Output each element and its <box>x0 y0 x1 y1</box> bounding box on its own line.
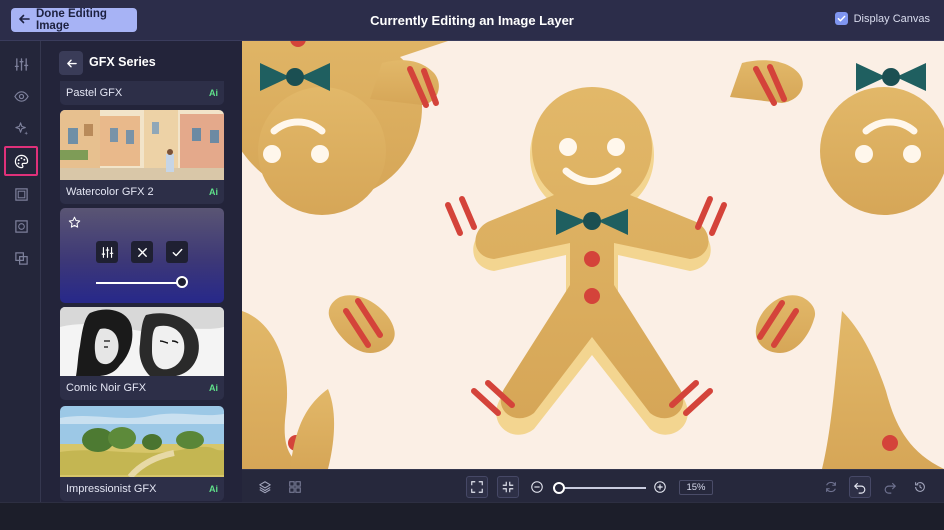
panel-back-button[interactable] <box>59 51 83 75</box>
plus-circle-icon <box>654 481 666 493</box>
ai-badge: Ai <box>209 88 218 98</box>
comic-noir-thumbnail <box>60 307 224 376</box>
star-icon[interactable] <box>68 216 81 234</box>
watercolor-thumbnail <box>60 110 224 180</box>
adjust-icon[interactable] <box>9 52 33 76</box>
grid-button[interactable] <box>284 476 306 498</box>
panel-header: GFX Series <box>41 41 242 83</box>
intensity-slider-track[interactable] <box>96 282 184 284</box>
window-title: Currently Editing an Image Layer <box>370 13 574 28</box>
gfx-series-panel: GFX Series Pastel GFX Ai Watercolor GFX … <box>41 41 242 502</box>
layers-icon <box>259 481 271 494</box>
history-button[interactable] <box>909 476 931 498</box>
zoom-out-button[interactable] <box>526 476 548 498</box>
frame-icon[interactable] <box>9 182 33 206</box>
fit-to-screen-button[interactable] <box>466 476 488 498</box>
gfx-card-pastel[interactable]: Pastel GFX Ai <box>60 81 224 105</box>
ai-badge: Ai <box>209 383 218 393</box>
expand-icon <box>471 481 483 493</box>
status-bar <box>0 502 944 530</box>
done-editing-label: Done Editing Image <box>36 8 107 32</box>
check-icon <box>172 248 182 256</box>
adjust-icon <box>101 246 113 258</box>
app-window: Done Editing Image Currently Editing an … <box>0 0 944 530</box>
ai-badge: Ai <box>209 484 218 494</box>
refresh-icon <box>826 481 836 493</box>
display-canvas-label: Display Canvas <box>853 12 930 25</box>
zoom-slider-track[interactable] <box>558 487 646 489</box>
display-canvas-toggle[interactable]: Display Canvas <box>834 12 930 25</box>
cancel-button[interactable] <box>131 241 153 263</box>
gfx-card-impressionist[interactable]: Impressionist GFX Ai <box>60 406 224 501</box>
sparkle-icon[interactable] <box>9 116 33 140</box>
zoom-in-button[interactable] <box>649 476 671 498</box>
top-bar: Done Editing Image Currently Editing an … <box>0 0 944 41</box>
arrow-left-icon <box>66 59 77 67</box>
gfx-card-label: Comic Noir GFX <box>66 382 147 394</box>
gfx-card-comic-noir[interactable]: Comic Noir GFX Ai <box>60 307 224 400</box>
image-canvas[interactable] <box>242 41 944 469</box>
gfx-card-active[interactable] <box>60 208 224 303</box>
collapse-icon <box>502 481 514 493</box>
done-editing-button[interactable]: Done Editing Image <box>11 8 137 32</box>
arrow-left-icon <box>18 13 30 28</box>
gfx-card-label: Watercolor GFX 2 <box>66 186 154 198</box>
undo-icon <box>853 482 866 494</box>
apply-button[interactable] <box>166 241 188 263</box>
minus-circle-icon <box>531 481 543 493</box>
tool-rail <box>0 41 41 502</box>
eye-icon[interactable] <box>9 84 33 108</box>
grid-icon <box>289 481 301 493</box>
panel-title: GFX Series <box>89 55 156 69</box>
redo-button[interactable] <box>879 476 901 498</box>
history-icon <box>915 482 925 492</box>
gingerbread-image <box>242 41 944 469</box>
close-icon <box>137 247 147 257</box>
zoom-value[interactable]: 15% <box>679 480 713 495</box>
gfx-card-label: Pastel GFX <box>66 87 123 99</box>
layers-button[interactable] <box>254 476 276 498</box>
layers-stack-icon[interactable] <box>9 246 33 270</box>
crop-frame-icon[interactable] <box>9 214 33 238</box>
shrink-button[interactable] <box>497 476 519 498</box>
display-canvas-checkbox[interactable] <box>834 12 848 25</box>
reset-button[interactable] <box>820 476 842 498</box>
ai-badge: Ai <box>209 187 218 197</box>
undo-button[interactable] <box>849 476 871 498</box>
gfx-card-label: Impressionist GFX <box>66 483 157 495</box>
adjust-button[interactable] <box>96 241 118 263</box>
redo-icon <box>884 482 897 494</box>
impressionist-thumbnail <box>60 406 224 477</box>
intensity-slider-handle[interactable] <box>176 276 188 288</box>
zoom-slider-handle[interactable] <box>553 482 565 494</box>
palette-icon[interactable] <box>9 149 33 173</box>
canvas-toolbar: 15% <box>242 469 944 502</box>
gfx-card-watercolor[interactable]: Watercolor GFX 2 Ai <box>60 110 224 204</box>
